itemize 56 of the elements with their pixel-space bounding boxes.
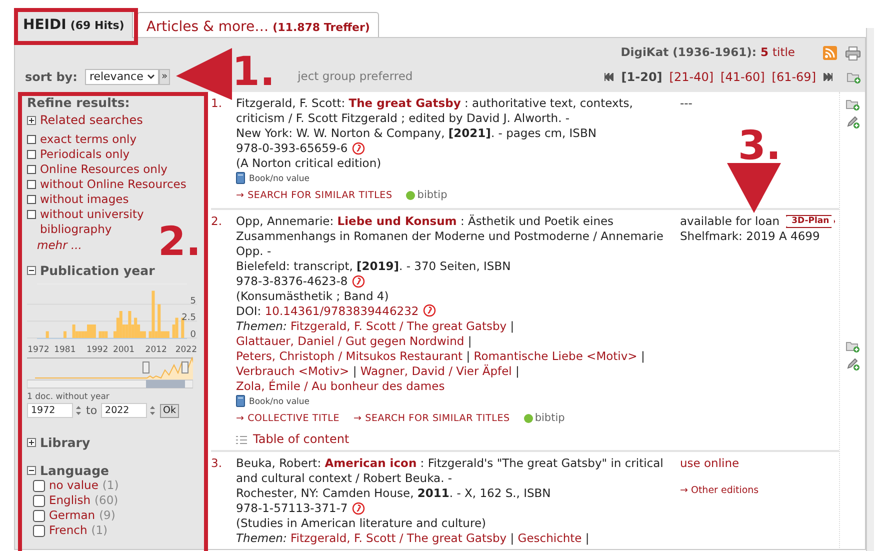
separator: | bbox=[352, 364, 357, 378]
separator: | bbox=[585, 531, 590, 545]
separator: | bbox=[466, 349, 470, 363]
isbn: 978-1-57113-371-7 bbox=[236, 501, 348, 516]
record-publication: Bielefeld: transcript, [2019]. - 370 Seiten, ISBN bbox=[236, 259, 512, 274]
separator: | bbox=[640, 349, 645, 363]
availability-text: --- bbox=[680, 96, 692, 110]
publication-year-heading: Publication year bbox=[40, 263, 155, 278]
callout-number: 3. bbox=[738, 126, 782, 166]
x-tick-label: 2001 bbox=[112, 345, 135, 354]
record-publication: Rochester, NY: Camden House, 2011. - X, 162 S., ISBN bbox=[236, 486, 552, 501]
record-number: 1. bbox=[211, 96, 223, 112]
record-series: (Studies in American literature and culture) bbox=[236, 516, 488, 531]
x-tick-label: 1981 bbox=[54, 345, 76, 354]
medium-label: Book/no value bbox=[249, 397, 310, 407]
shelfmark: Shelfmark: 2019 A 4699 bbox=[680, 229, 821, 244]
record-series: (A Norton critical edition) bbox=[236, 156, 382, 171]
language-count: (60) bbox=[94, 493, 118, 508]
separator: | bbox=[510, 531, 514, 545]
sort-note: ject group preferred bbox=[298, 68, 413, 86]
sort-label: sort by: bbox=[25, 69, 78, 86]
separator: | bbox=[510, 319, 514, 333]
x-tick-label: 2012 bbox=[145, 345, 167, 354]
digikat-label: DigiKat (1936-1961): bbox=[620, 44, 756, 62]
isbn: 978-3-8376-4623-8 bbox=[236, 274, 348, 289]
subjects-label: Themen: bbox=[236, 531, 288, 545]
library-heading: Library bbox=[40, 435, 90, 450]
record-description: Beuka, Robert: American icon : Fitzgerald's "The great Gatsby" in critical and cultural context / Robert Beuka. - bbox=[236, 456, 664, 486]
y-tick-label: 2.5 bbox=[182, 313, 196, 324]
record-description: Fitzgerald, F. Scott: The great Gatsby : authoritative text, contexts, criticism / F. Scott Fitzgerald ; edited by David J. Alworth. - bbox=[236, 96, 634, 126]
record-series: (Konsumästhetik ; Band 4) bbox=[236, 289, 390, 304]
x-tick-label: 2022 bbox=[175, 345, 197, 354]
language-heading: Language bbox=[40, 463, 110, 478]
record-publication: New York: W. W. Norton & Company, [2021]. - pages cm, ISBN bbox=[236, 126, 598, 141]
isbn: 978-0-393-65659-6 bbox=[236, 141, 348, 156]
record-number: 3. bbox=[211, 456, 223, 472]
subjects-label: Themen: bbox=[236, 319, 288, 333]
y-tick-label: 5 bbox=[190, 296, 196, 306]
to-label: to bbox=[86, 403, 98, 418]
without-year-note: 1 doc. without year bbox=[27, 392, 110, 403]
refine-results-heading: Refine results: bbox=[27, 95, 131, 110]
doi-label: DOI: bbox=[236, 304, 262, 318]
x-tick-label: 1992 bbox=[86, 345, 108, 354]
language-count: (1) bbox=[102, 478, 119, 493]
record-description: Opp, Annemarie: Liebe und Konsum : Ästhetik und Poetik eines Zusammenhangs in Romanen der Moderne und Postmoderne / Annemarie Opp. - bbox=[236, 214, 664, 259]
x-tick-label: 1972 bbox=[28, 345, 50, 354]
callout-number: 1. bbox=[232, 52, 276, 92]
y-tick-label: 0 bbox=[190, 330, 196, 340]
language-count: (9) bbox=[99, 508, 116, 523]
record-number: 2. bbox=[211, 214, 223, 230]
separator: | bbox=[516, 364, 520, 378]
separator: | bbox=[468, 334, 472, 348]
availability-status: available for loan bbox=[680, 214, 780, 229]
language-count: (1) bbox=[91, 523, 108, 538]
callout-number: 2. bbox=[158, 222, 202, 262]
medium-label: Book/no value bbox=[249, 174, 310, 184]
